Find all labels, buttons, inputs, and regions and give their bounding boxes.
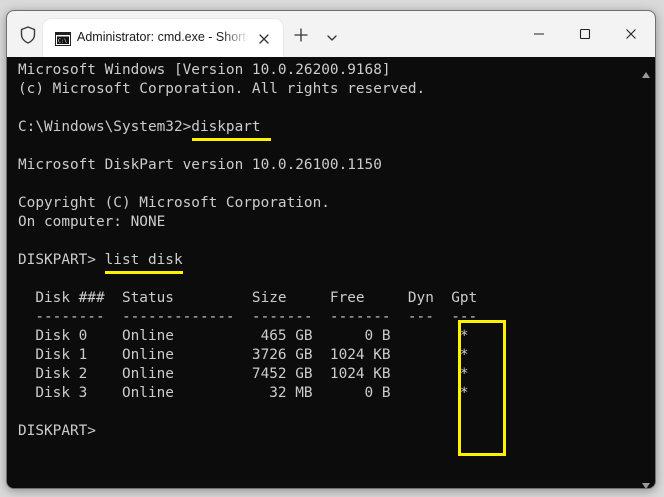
scroll-down-arrow-icon[interactable] [642,474,650,488]
console-line: Disk ### Status Size Free Dyn Gpt [18,290,478,306]
tab-cmd[interactable]: C:\ Administrator: cmd.exe - Shortcut [43,19,283,57]
gpt-column-highlight [458,320,506,456]
console-line: Disk 2 Online 7452 GB 1024 KB * [18,366,469,382]
console-line: C:\Windows\System32>diskpart [18,119,261,135]
terminal-window: C:\ Administrator: cmd.exe - Shortcut Mi… [6,10,656,489]
console-line: Disk 1 Online 3726 GB 1024 KB * [18,347,469,363]
svg-text:C:\: C:\ [58,39,67,45]
vertical-scrollbar[interactable] [637,57,655,488]
plus-icon[interactable] [292,26,310,44]
console-line: On computer: NONE [18,214,166,230]
console-output[interactable]: Microsoft Windows [Version 10.0.26200.91… [7,57,637,488]
console-line: Disk 3 Online 32 MB 0 B * [18,385,469,401]
close-icon[interactable] [257,31,271,45]
console-line: -------- ------------- ------- ------- -… [18,309,478,325]
tab-title: Administrator: cmd.exe - Shortcut [77,30,249,44]
shield-icon [20,26,36,44]
minimize-button[interactable] [517,19,561,49]
maximize-button[interactable] [563,19,607,49]
console-line: Microsoft Windows [Version 10.0.26200.91… [18,62,391,78]
minimize-icon [534,33,544,35]
list-disk-command-underline [105,271,183,274]
diskpart-command-underline [192,138,271,141]
console-line: Disk 0 Online 465 GB 0 B * [18,328,469,344]
close-window-icon [626,29,636,39]
chevron-down-icon[interactable] [325,29,339,41]
console-line: DISKPART> list disk [18,252,183,268]
console-line: Microsoft DiskPart version 10.0.26100.11… [18,157,382,173]
console-line: DISKPART> [18,423,96,439]
cmd-icon: C:\ [55,31,71,46]
maximize-icon [579,28,591,40]
title-bar: C:\ Administrator: cmd.exe - Shortcut [7,11,655,57]
close-window-button[interactable] [609,19,653,49]
console-line: (c) Microsoft Corporation. All rights re… [18,81,426,97]
console-line: Copyright (C) Microsoft Corporation. [18,195,330,211]
scroll-up-arrow-icon[interactable] [642,63,650,78]
